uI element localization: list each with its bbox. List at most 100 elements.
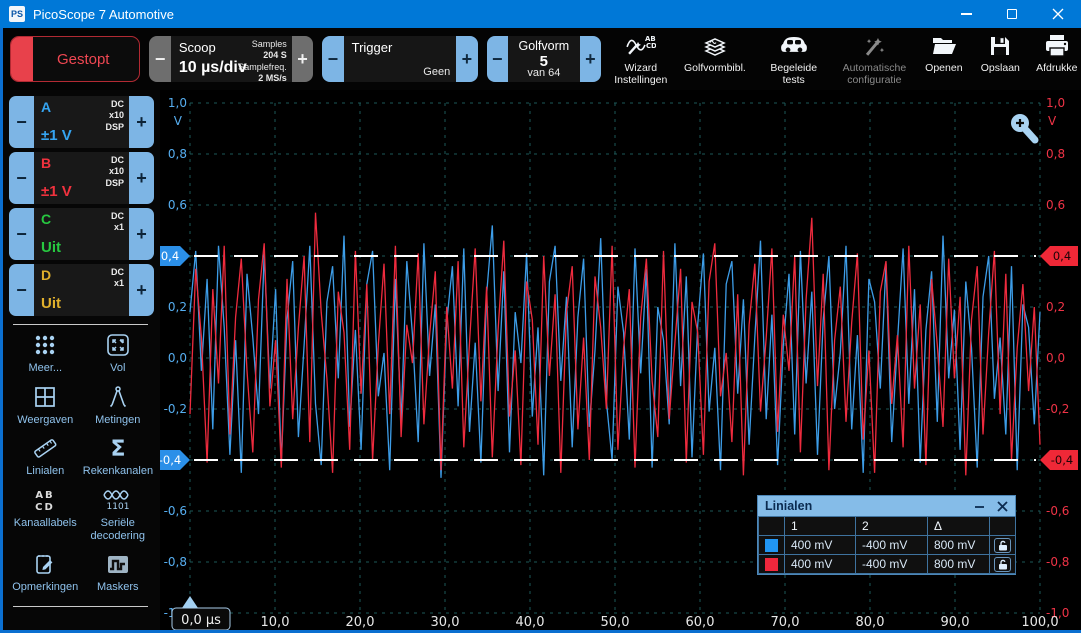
sidebar-item-kanaallabels[interactable]: AB CD Kanaallabels xyxy=(9,487,82,542)
sidebar: − A ±1 V DC x10 DSP + − B ±1 V xyxy=(0,90,160,633)
guided-tests-button[interactable]: Begeleide tests xyxy=(758,31,829,87)
axis-label: 10,0 xyxy=(261,615,290,630)
trigger-decrease-button[interactable]: − xyxy=(322,36,343,82)
open-folder-icon xyxy=(930,33,958,59)
axis-label: 20,0 xyxy=(346,615,375,630)
channel-d-body[interactable]: D Uit DC x1 xyxy=(34,264,129,316)
wizard-settings-icon: AB CD xyxy=(626,33,656,59)
channel-c-decrease-button[interactable]: − xyxy=(9,208,34,260)
waveform-nav-sub: van 64 xyxy=(508,67,580,79)
zoom-overview-button[interactable] xyxy=(1006,110,1040,146)
channel-c-info: DC x1 xyxy=(111,211,124,234)
channel-d-increase-button[interactable]: + xyxy=(129,264,154,316)
timebase-info: Samples 204 S Samplefreq. 2 MS/s xyxy=(238,39,287,82)
close-button[interactable] xyxy=(1035,0,1081,28)
sidebar-item-linialen-label: Linialen xyxy=(26,465,64,478)
scope-display[interactable]: 0,40,4-0,4-0,41,01,0VV0,80,80,60,60,20,2… xyxy=(160,90,1081,633)
axis-label: 0,0 xyxy=(1046,351,1065,365)
sidebar-item-meer[interactable]: Meer... xyxy=(9,332,82,375)
channel-a-decrease-button[interactable]: − xyxy=(9,96,34,148)
auto-configuration-button[interactable]: Automatische configuratie xyxy=(838,31,911,87)
timebase-panel[interactable]: Scoop 10 µs/div Samples 204 S Samplefreq… xyxy=(171,36,292,82)
ruler-a-lock-button[interactable] xyxy=(994,538,1011,553)
channel-a-dsp: DSP xyxy=(105,122,124,133)
channel-b-coupling: DC xyxy=(105,155,124,166)
sidebar-item-rekenkanalen[interactable]: Σ Rekenkanalen xyxy=(82,435,155,478)
channel-a-coupling: DC xyxy=(105,99,124,110)
maximize-button[interactable] xyxy=(989,0,1035,28)
axis-label: -0,6 xyxy=(164,504,187,518)
channel-a-increase-button[interactable]: + xyxy=(129,96,154,148)
timebase-decrease-button[interactable]: − xyxy=(149,36,170,82)
channel-b-swatch xyxy=(765,558,778,571)
channel-d-coupling: DC xyxy=(111,267,124,278)
sidebar-item-vol[interactable]: Vol xyxy=(82,332,155,375)
waveform-nav-panel[interactable]: Golfvorm 5 van 64 xyxy=(508,36,580,82)
print-button[interactable]: Afdrukke xyxy=(1033,31,1081,87)
run-stop-button[interactable]: Gestopt xyxy=(10,36,140,82)
svg-text:AB: AB xyxy=(36,490,55,501)
channel-b-decrease-button[interactable]: − xyxy=(9,152,34,204)
sidebar-divider-bottom xyxy=(13,606,148,607)
rulers-panel[interactable]: Linialen 1 2 Δ xyxy=(757,495,1016,575)
waveform-prev-button[interactable]: − xyxy=(487,36,508,82)
minimize-button[interactable] xyxy=(943,0,989,28)
channel-labels-icon: AB CD xyxy=(32,487,58,513)
axis-label: 50,0 xyxy=(601,615,630,630)
waveform-next-button[interactable]: + xyxy=(580,36,601,82)
axis-label: 0,4 xyxy=(161,249,179,263)
trigger-increase-button[interactable]: + xyxy=(456,36,477,82)
sidebar-item-maskers[interactable]: Maskers xyxy=(82,551,155,594)
trigger-panel[interactable]: Trigger Geen xyxy=(344,36,457,82)
sidebar-item-linialen[interactable]: Linialen xyxy=(9,435,82,478)
trigger-mode: Geen xyxy=(423,66,450,78)
channel-a-letter: A xyxy=(41,99,51,115)
rulers-panel-minimize-icon[interactable] xyxy=(974,501,985,512)
rulers-col-2: 2 xyxy=(856,517,928,536)
axis-label: 0,4 xyxy=(1053,249,1071,263)
axis-label: 0,2 xyxy=(168,300,187,314)
channel-c-body[interactable]: C Uit DC x1 xyxy=(34,208,129,260)
rulers-row-channel-b: 400 mV -400 mV 800 mV xyxy=(759,555,1016,574)
channel-c-range: Uit xyxy=(41,239,61,256)
channel-c-coupling: DC xyxy=(111,211,124,222)
channel-c-increase-button[interactable]: + xyxy=(129,208,154,260)
sidebar-item-weergaven[interactable]: Weergaven xyxy=(9,384,82,427)
wizard-settings-button[interactable]: AB CD Wizard Instellingen xyxy=(610,31,671,87)
channel-b-body[interactable]: B ±1 V DC x10 DSP xyxy=(34,152,129,204)
ruler-icon xyxy=(32,435,58,461)
axis-label: 40,0 xyxy=(516,615,545,630)
channel-d-decrease-button[interactable]: − xyxy=(9,264,34,316)
sidebar-item-metingen[interactable]: Metingen xyxy=(82,384,155,427)
rulers-panel-titlebar[interactable]: Linialen xyxy=(758,496,1015,516)
guided-tests-label: Begeleide tests xyxy=(758,62,829,87)
ruler-a-value-1: 400 mV xyxy=(785,536,856,555)
app-window: PS PicoScope 7 Automotive Gestopt − Scoo… xyxy=(0,0,1081,633)
waveform-library-button[interactable]: Golfvormbibl. xyxy=(681,31,750,87)
rulers-panel-close-icon[interactable] xyxy=(997,501,1008,512)
sidebar-item-weergaven-label: Weergaven xyxy=(17,414,73,427)
axis-label: -0,8 xyxy=(164,555,187,569)
calipers-icon xyxy=(105,384,131,410)
sidebar-item-opmerkingen[interactable]: Opmerkingen xyxy=(9,551,82,594)
axis-label: V xyxy=(1048,114,1057,128)
rulers-panel-title: Linialen xyxy=(765,499,812,513)
channel-b-increase-button[interactable]: + xyxy=(129,152,154,204)
channel-b-probe: x10 xyxy=(105,166,124,177)
ruler-b-lock-button[interactable] xyxy=(994,557,1011,572)
channel-d-info: DC x1 xyxy=(111,267,124,290)
save-icon xyxy=(988,33,1012,59)
sidebar-item-kanaallabels-label: Kanaallabels xyxy=(14,517,77,530)
app-icon: PS xyxy=(9,6,25,22)
trigger-marker-icon[interactable] xyxy=(182,596,198,608)
channel-a-body[interactable]: A ±1 V DC x10 DSP xyxy=(34,96,129,148)
axis-label: 0,2 xyxy=(1046,300,1065,314)
save-button[interactable]: Opslaan xyxy=(977,31,1024,87)
sidebar-item-seriele-decodering[interactable]: 1101 Seriële decodering xyxy=(82,487,155,542)
timebase-value: 10 µs/div xyxy=(179,59,247,77)
sidebar-item-seriele-label: Seriële decodering xyxy=(83,517,153,542)
channel-c-panel: − C Uit DC x1 + xyxy=(9,208,154,260)
open-button[interactable]: Openen xyxy=(920,31,968,87)
masks-icon xyxy=(105,551,131,577)
timebase-increase-button[interactable]: + xyxy=(292,36,313,82)
